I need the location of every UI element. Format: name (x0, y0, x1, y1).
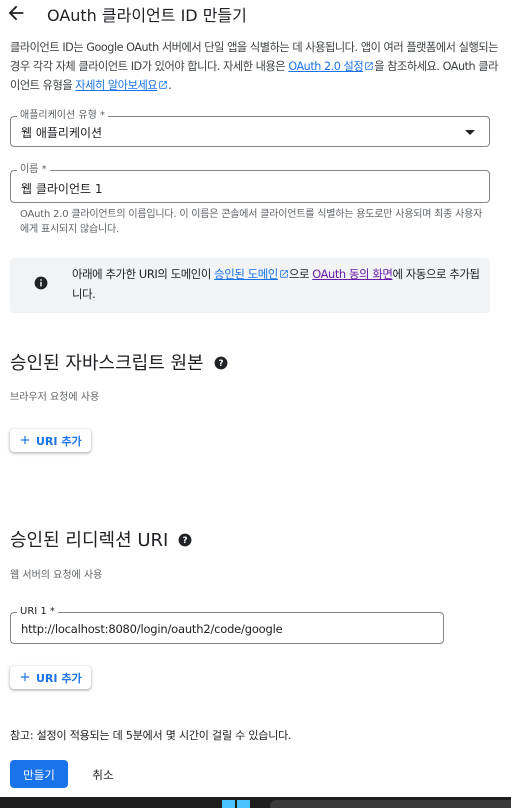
info-icon (34, 276, 48, 290)
banner-text-mid: 으로 (288, 267, 313, 281)
cancel-button[interactable]: 취소 (80, 760, 126, 788)
help-icon[interactable]: ? (178, 533, 192, 547)
cancel-button-label: 취소 (92, 768, 114, 782)
application-type-value: 웹 애플리케이션 (21, 126, 103, 140)
application-type-select[interactable]: 애플리케이션 유형 * 웹 애플리케이션 (10, 109, 490, 147)
learn-more-link-label: 자세히 알아보세요 (75, 79, 158, 92)
arrow-back-icon (8, 5, 24, 21)
back-button[interactable] (4, 2, 28, 24)
redirect-uris-title: 승인된 리디렉션 URI? (10, 526, 192, 552)
create-button[interactable]: 만들기 (10, 760, 68, 788)
external-link-icon (365, 62, 373, 70)
redirect-uris-title-text: 승인된 리디렉션 URI (10, 530, 169, 551)
plus-icon (20, 672, 30, 682)
js-origins-title: 승인된 자바스크립트 원본? (10, 349, 228, 375)
intro-text: 클라이언트 ID는 Google OAuth 서버에서 단일 앱을 식별하는 데… (10, 38, 500, 95)
learn-more-link[interactable]: 자세히 알아보세요 (75, 79, 168, 92)
create-button-label: 만들기 (23, 768, 55, 782)
svg-text:?: ? (218, 359, 223, 369)
uri-1-label: URI 1 * (17, 605, 58, 619)
add-redirect-uri-button[interactable]: URI 추가 (10, 666, 91, 689)
info-banner: 아래에 추가한 URI의 도메인이 승인된 도메인 으로 OAuth 동의 화면에… (10, 258, 490, 313)
windows-logo-icon[interactable] (222, 800, 250, 808)
page-title: OAuth 클라이언트 ID 만들기 (47, 6, 247, 25)
redirect-uris-desc: 웹 서버의 요청에 사용 (10, 570, 103, 581)
taskbar (0, 797, 511, 808)
application-type-label: 애플리케이션 유형 * (17, 109, 108, 123)
taskbar-search-box[interactable] (270, 800, 511, 808)
settings-note: 참고: 설정이 적용되는 데 5분에서 몇 시간이 걸릴 수 있습니다. (10, 729, 292, 742)
js-origins-title-text: 승인된 자바스크립트 원본 (10, 353, 204, 374)
authorized-domains-link[interactable]: 승인된 도메인 (214, 267, 289, 281)
help-icon[interactable]: ? (214, 356, 228, 370)
intro-text-end: . (168, 79, 172, 92)
external-link-icon (159, 81, 167, 89)
uri-1-input[interactable]: http://localhost:8080/login/oauth2/code/… (21, 622, 283, 636)
dropdown-arrow-icon (465, 130, 475, 135)
add-uri-label: URI 추가 (36, 672, 82, 685)
uri-1-field[interactable]: URI 1 * http://localhost:8080/login/oaut… (10, 605, 444, 644)
add-js-origin-uri-button[interactable]: URI 추가 (10, 429, 91, 452)
name-input[interactable]: 웹 클라이언트 1 (21, 180, 103, 197)
oauth-settings-link-label: OAuth 2.0 설정 (288, 60, 364, 73)
plus-icon (20, 435, 30, 445)
external-link-icon (280, 270, 288, 278)
js-origins-desc: 브라우저 요청에 사용 (10, 392, 100, 403)
oauth-consent-screen-link[interactable]: OAuth 동의 화면 (312, 267, 393, 281)
svg-text:?: ? (183, 536, 188, 546)
authorized-domains-link-label: 승인된 도메인 (214, 267, 278, 281)
page-header: OAuth 클라이언트 ID 만들기 (0, 0, 511, 28)
banner-text-start: 아래에 추가한 URI의 도메인이 (72, 267, 215, 281)
name-helper-text: OAuth 2.0 클라이언트의 이름입니다. 이 이름은 콘솔에서 클라이언트… (20, 209, 483, 235)
name-label: 이름 * (17, 163, 50, 177)
add-uri-label: URI 추가 (36, 435, 82, 448)
name-field[interactable]: 이름 * 웹 클라이언트 1 (10, 163, 490, 203)
oauth-settings-link[interactable]: OAuth 2.0 설정 (288, 60, 374, 73)
info-banner-text: 아래에 추가한 URI의 도메인이 승인된 도메인 으로 OAuth 동의 화면에… (72, 264, 484, 304)
